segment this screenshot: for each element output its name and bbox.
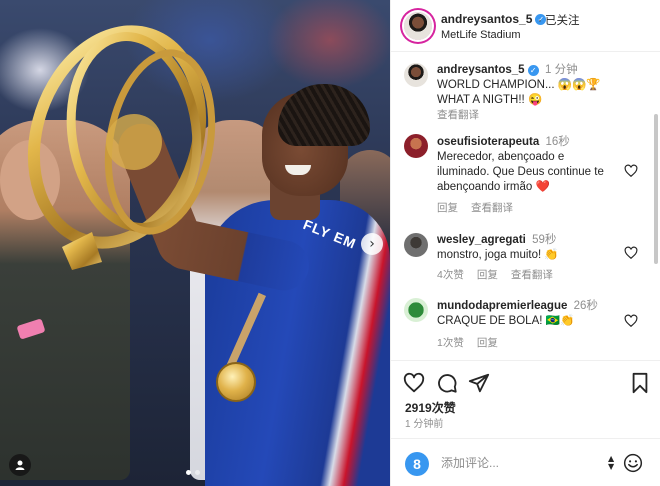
comment-time: 59秒: [532, 234, 557, 246]
gold-medal: [216, 362, 256, 402]
comment-meta: 回复 查看翻译: [437, 200, 513, 215]
translate-link[interactable]: 查看翻译: [511, 267, 553, 282]
comment-text: oseufisioterapeuta 16秒 Merecedor, abenço…: [437, 135, 604, 195]
commenter-avatar[interactable]: [404, 134, 428, 158]
posted-time: 1 分钟前: [405, 419, 444, 430]
comment-box-scroll-arrows-icon[interactable]: ▲ ▼: [608, 455, 614, 471]
verified-badge-icon: ✓: [527, 65, 539, 76]
commenter-avatar[interactable]: [404, 233, 428, 257]
author-username-row: andreysantos_5 ✓: [441, 12, 547, 26]
comment-meta: 4次赞 回复 查看翻译: [437, 267, 553, 282]
carousel-dot: [186, 470, 191, 475]
like-comment-heart-icon[interactable]: [624, 246, 638, 260]
commenter-username[interactable]: wesley_agregati: [437, 234, 526, 246]
caption-line-1: WORLD CHAMPION... 😱😱🏆: [437, 79, 601, 91]
caption-meta: 查看翻译: [437, 107, 479, 122]
current-user-avatar: 8: [405, 452, 429, 476]
author-username[interactable]: andreysantos_5: [441, 12, 532, 26]
user-tag-icon: [15, 460, 25, 470]
save-bookmark-icon[interactable]: [629, 372, 651, 394]
caption-text: andreysantos_5 ✓ 1 分钟 WORLD CHAMPION... …: [437, 63, 601, 108]
caption-time: 1 分钟: [544, 64, 578, 76]
add-comment-bar: 8 ▲▼: [391, 438, 660, 486]
comment-time: 16秒: [545, 136, 570, 148]
comment-bubble-icon[interactable]: [436, 372, 458, 394]
reply-link[interactable]: 回复: [477, 335, 498, 350]
comment-input[interactable]: [441, 456, 601, 470]
like-heart-icon[interactable]: [403, 372, 425, 394]
like-comment-heart-icon[interactable]: [624, 164, 638, 178]
post-location[interactable]: MetLife Stadium: [441, 29, 520, 41]
comment-line-3: abençoando irmão ❤️: [437, 181, 550, 193]
comment-line-1: Merecedor, abençoado e: [437, 151, 565, 163]
commenter-avatar[interactable]: [404, 298, 428, 322]
comments-scrollbar[interactable]: [654, 114, 658, 264]
comment-line-1: monstro, joga muito! 👏: [437, 249, 559, 261]
post-side-panel: andreysantos_5 ✓ · 已关注 MetLife Stadium a…: [390, 0, 660, 486]
caption-author-avatar[interactable]: [404, 63, 428, 87]
comment-time: 26秒: [573, 300, 598, 312]
dot-separator: ·: [538, 15, 546, 27]
commenter-username[interactable]: mundodapremierleague: [437, 300, 567, 312]
comment-text: wesley_agregati 59秒 monstro, joga muito!…: [437, 233, 559, 263]
trophy: [27, 25, 216, 270]
comment-line-1: CRAQUE DE BOLA! 🇧🇷👏: [437, 315, 575, 327]
commenter-username[interactable]: oseufisioterapeuta: [437, 136, 539, 148]
caption-username[interactable]: andreysantos_5: [437, 64, 525, 76]
emoji-smiley-icon[interactable]: [623, 453, 643, 473]
comment-meta: 1次赞 回复: [437, 335, 498, 350]
like-comment-heart-icon[interactable]: [624, 314, 638, 328]
translate-link[interactable]: 查看翻译: [471, 200, 513, 215]
carousel-next-button[interactable]: ›: [361, 233, 383, 255]
author-avatar[interactable]: [404, 12, 432, 40]
carousel-dots: [186, 470, 200, 475]
comments-list: andreysantos_5 ✓ 1 分钟 WORLD CHAMPION... …: [391, 52, 660, 359]
following-label: 已关注: [545, 15, 580, 27]
following-button[interactable]: · 已关注: [538, 12, 580, 28]
post-header: andreysantos_5 ✓ · 已关注 MetLife Stadium: [391, 0, 660, 52]
tagged-users-button[interactable]: [9, 454, 31, 476]
share-send-icon[interactable]: [468, 372, 490, 394]
carousel-dot: [195, 470, 200, 475]
comment-likes-count[interactable]: 1次赞: [437, 335, 464, 350]
comment-likes-count[interactable]: 4次赞: [437, 267, 464, 282]
reply-link[interactable]: 回复: [437, 200, 458, 215]
post-photo[interactable]: FLY EM ›: [0, 0, 390, 486]
comment-text: mundodapremierleague 26秒 CRAQUE DE BOLA!…: [437, 299, 598, 329]
likes-count[interactable]: 2919次赞: [405, 399, 456, 416]
post-actions: 2919次赞 1 分钟前: [391, 360, 660, 438]
caption-line-2: WHAT A NIGTH!! 😜: [437, 94, 543, 106]
caption-translate-link[interactable]: 查看翻译: [437, 107, 479, 122]
comment-line-2: iluminado. Que Deus continue te: [437, 166, 604, 178]
reply-link[interactable]: 回复: [477, 267, 498, 282]
